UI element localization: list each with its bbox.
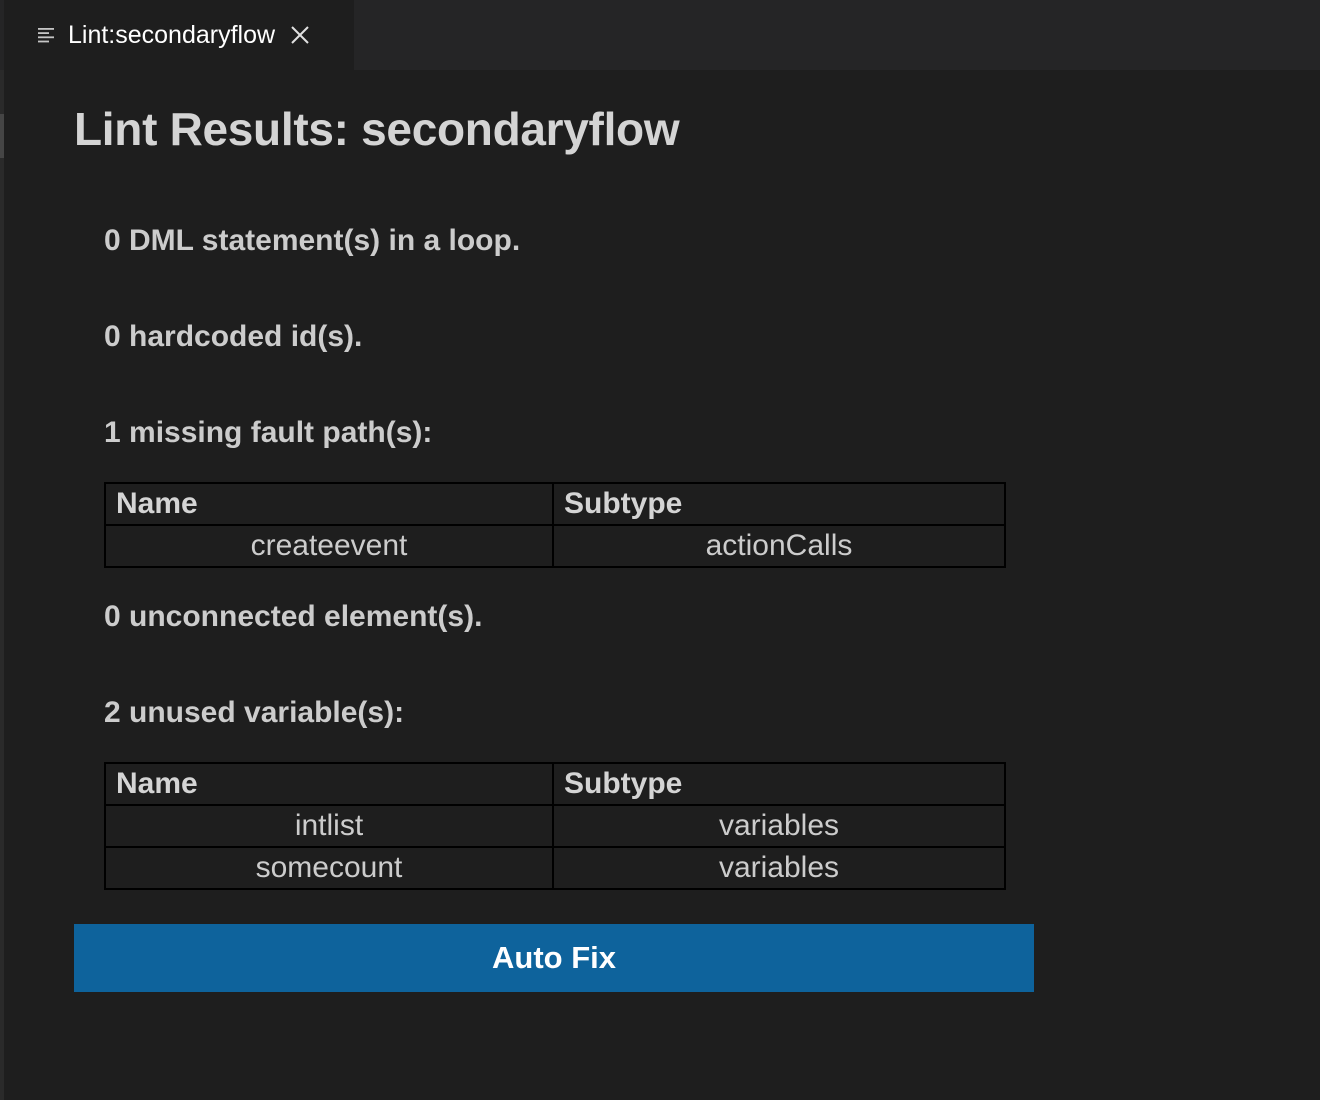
cell-subtype: actionCalls <box>552 524 1006 568</box>
tab-label: Lint:secondaryflow <box>68 20 276 49</box>
column-header-subtype: Subtype <box>552 762 1006 806</box>
missing-fault-path-table: Name Subtype createevent actionCalls <box>104 482 1006 568</box>
editor-window: Lint:secondaryflow Lint Results: seconda… <box>0 0 1320 1100</box>
unconnected-element-heading: 0 unconnected element(s). <box>104 600 483 633</box>
page-title: Lint Results: secondaryflow <box>74 103 680 155</box>
unused-variable-heading: 2 unused variable(s): <box>104 696 405 729</box>
missing-fault-path-heading: 1 missing fault path(s): <box>104 416 433 449</box>
auto-fix-button[interactable]: Auto Fix <box>74 924 1034 992</box>
close-icon[interactable] <box>289 24 311 46</box>
unused-variable-table: Name Subtype intlist variables somecount… <box>104 762 1006 890</box>
column-header-name: Name <box>104 482 554 526</box>
cell-name: intlist <box>104 804 554 848</box>
cell-subtype: variables <box>552 846 1006 890</box>
hardcoded-id-heading: 0 hardcoded id(s). <box>104 320 363 353</box>
cell-subtype: variables <box>552 804 1006 848</box>
cell-name: createevent <box>104 524 554 568</box>
table-row: createevent actionCalls <box>104 524 1006 568</box>
table-row: somecount variables <box>104 846 1006 890</box>
preview-lines-icon <box>36 25 56 45</box>
column-header-subtype: Subtype <box>552 482 1006 526</box>
column-header-name: Name <box>104 762 554 806</box>
tab-lint-secondaryflow[interactable]: Lint:secondaryflow <box>4 0 354 70</box>
table-header-row: Name Subtype <box>104 762 1006 806</box>
table-header-row: Name Subtype <box>104 482 1006 526</box>
cell-name: somecount <box>104 846 554 890</box>
dml-loop-heading: 0 DML statement(s) in a loop. <box>104 224 521 257</box>
activity-edge <box>0 0 4 1100</box>
tab-bar: Lint:secondaryflow <box>0 0 1320 70</box>
table-row: intlist variables <box>104 804 1006 848</box>
sash-indicator <box>0 114 4 158</box>
